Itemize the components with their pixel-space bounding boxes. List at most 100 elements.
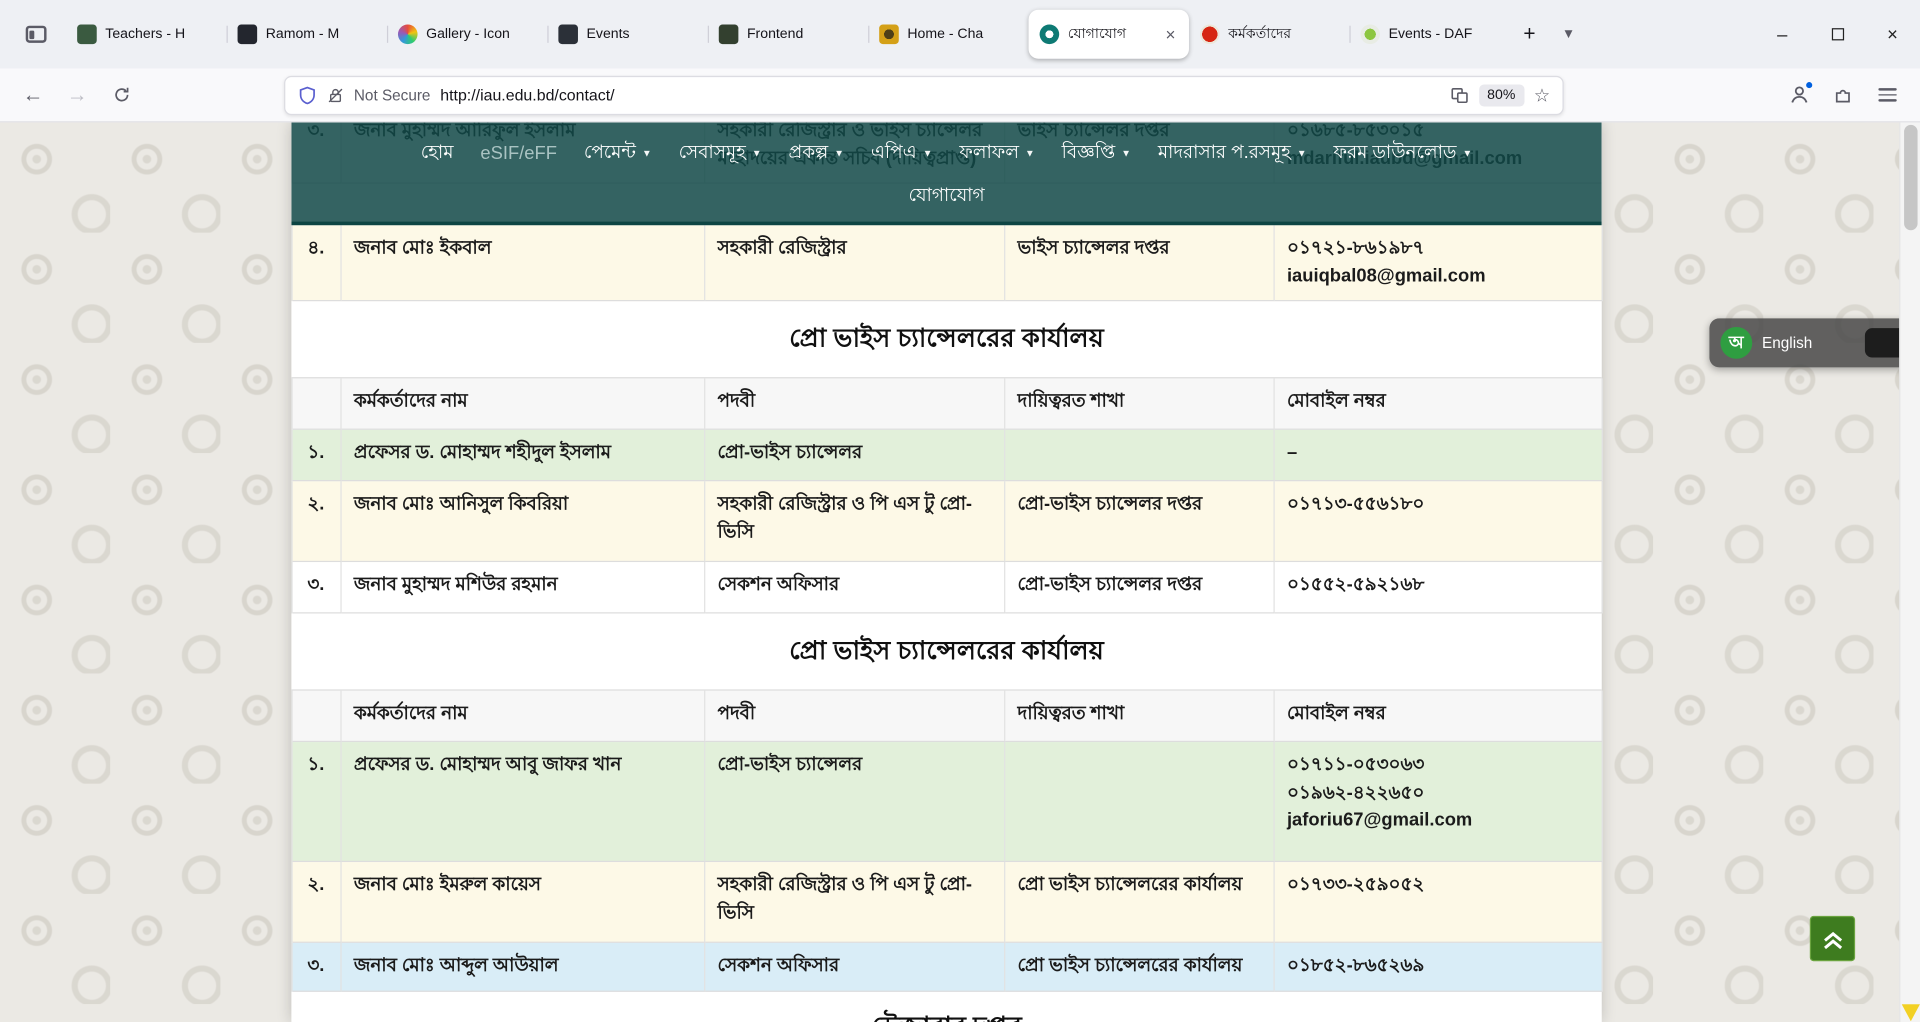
new-tab-button[interactable]: + <box>1510 15 1549 54</box>
row-dept: প্রো ভাইস চ্যান্সেলরের কার্যালয় <box>1005 862 1274 943</box>
row-name: প্রফেসর ড. মোহাম্মদ শহীদুল ইসলাম <box>342 430 706 481</box>
url-text[interactable]: http://iau.edu.bd/contact/ <box>440 86 614 104</box>
row-position: প্রো-ভাইস চ্যান্সেলর <box>705 742 1005 862</box>
tab-title: Events <box>587 27 697 42</box>
row-mobile: ০১৭৩৩-২৫৯০৫২ <box>1275 862 1603 943</box>
nav-item-form-download[interactable]: ফরম ডাউনলোড▼ <box>1320 133 1486 173</box>
nav-item-esif-eff[interactable]: eSIF/eFF <box>467 138 570 169</box>
menu-button[interactable] <box>1869 77 1906 114</box>
firefox-view-button[interactable] <box>15 13 57 55</box>
tab-favicon <box>719 24 739 44</box>
zoom-level-badge[interactable]: 80% <box>1479 84 1524 106</box>
close-button[interactable]: × <box>1865 0 1920 69</box>
browser-tab-events-daf[interactable]: Events - DAF <box>1349 10 1509 59</box>
col-name: কর্মকর্তাদের নাম <box>342 378 706 429</box>
nav-item-services[interactable]: সেবাসমূহ▼ <box>665 133 775 173</box>
row-name: জনাব মোঃ ইমরুল কায়েস <box>342 862 706 943</box>
tab-title: কর্মকর্তাদের <box>1228 23 1338 46</box>
bookmark-star-icon[interactable]: ☆ <box>1534 84 1550 106</box>
tab-favicon <box>1200 24 1220 44</box>
pro-vc-table-1: কর্মকর্তাদের নাম পদবী দায়িত্বরত শাখা মো… <box>291 377 1601 613</box>
scroll-to-top-button[interactable] <box>1810 916 1855 961</box>
scrollbar-thumb[interactable] <box>1904 125 1917 230</box>
table-row: ২. জনাব মোঃ আনিসুল কিবরিয়া সহকারী রেজিস… <box>291 481 1601 562</box>
tab-title: যোগাযোগ <box>1068 23 1155 46</box>
row-name: জনাব মোঃ ইকবাল <box>342 225 706 301</box>
row-name: প্রফেসর ড. মোহাম্মদ আবু জাফর খান <box>342 742 706 862</box>
notification-dot <box>1805 80 1814 89</box>
table-row: ১. প্রফেসর ড. মোহাম্মদ শহীদুল ইসলাম প্রো… <box>291 430 1601 481</box>
tab-favicon <box>879 24 899 44</box>
insecure-lock-icon[interactable] <box>327 86 344 103</box>
extensions-button[interactable] <box>1825 77 1862 114</box>
maximize-button[interactable] <box>1810 0 1865 69</box>
back-button[interactable]: ← <box>15 77 52 114</box>
page-area: ৩. জনাব মুহাম্মদ আরিফুল ইসলাম সহকারী রেজ… <box>0 122 1920 1022</box>
tab-favicon <box>77 24 97 44</box>
tabs-container: Teachers - H Ramom - M Gallery - Icon Ev… <box>66 0 1510 69</box>
browser-tab-frontend[interactable]: Frontend <box>708 10 868 59</box>
browser-tab-home[interactable]: Home - Cha <box>868 10 1028 59</box>
scrollbar[interactable] <box>1899 122 1920 1022</box>
nav-item-notice[interactable]: বিজ্ঞপ্তি▼ <box>1048 133 1144 173</box>
nav-item-label: প্রকল্প <box>788 138 828 169</box>
tab-title: Gallery - Icon <box>426 27 536 42</box>
col-mobile: মোবাইল নম্বর <box>1275 378 1603 429</box>
row-dept <box>1005 742 1274 862</box>
chevron-down-icon: ▼ <box>834 148 844 159</box>
tab-title: Teachers - H <box>105 27 215 42</box>
account-button[interactable] <box>1780 77 1817 114</box>
browser-tab-officials[interactable]: কর্মকর্তাদের <box>1189 10 1349 59</box>
section-title: প্রো ভাইস চ্যান্সেলরের কার্যালয় <box>291 301 1601 377</box>
row-sl: ১. <box>293 430 342 481</box>
nav-item-label: সেবাসমূহ <box>679 138 746 169</box>
tab-title: Ramom - M <box>266 27 376 42</box>
browser-tab-contact-active[interactable]: যোগাযোগ × <box>1029 10 1189 59</box>
nav-item-contact[interactable]: যোগাযোগ <box>895 176 998 216</box>
row-dept: ভাইস চ্যান্সেলর দপ্তর <box>1005 225 1274 301</box>
row-sl: ২. <box>293 862 342 943</box>
nav-item-label: eSIF/eFF <box>480 143 557 164</box>
tab-favicon <box>238 24 258 44</box>
row-position: সহকারী রেজিস্ট্রার ও পি এস টু প্রো-ভিসি <box>705 862 1005 943</box>
browser-tab-events[interactable]: Events <box>547 10 707 59</box>
translate-widget[interactable]: অ English <box>1709 318 1920 367</box>
row-sl: ২. <box>293 481 342 562</box>
forward-button[interactable]: → <box>59 77 96 114</box>
nav-item-apa[interactable]: এপিএ▼ <box>857 133 945 173</box>
tracking-protection-shield-icon[interactable] <box>298 85 318 105</box>
url-bar[interactable]: Not Secure http://iau.edu.bd/contact/ 80… <box>284 75 1564 114</box>
nav-item-label: বিজ্ঞপ্তি <box>1062 138 1115 169</box>
translate-page-icon[interactable] <box>1449 85 1469 105</box>
tab-favicon <box>1360 24 1380 44</box>
browser-tab-ramom[interactable]: Ramom - M <box>227 10 387 59</box>
nav-item-label: মাদরাসার প.রসমূহ <box>1158 138 1291 169</box>
chevron-down-icon: ▼ <box>642 148 652 159</box>
nav-item-home[interactable]: হোম <box>407 133 467 173</box>
table-header-row: কর্মকর্তাদের নাম পদবী দায়িত্বরত শাখা মো… <box>291 689 1601 742</box>
tab-title: Events - DAF <box>1389 27 1499 42</box>
row-position: সহকারী রেজিস্ট্রার <box>705 225 1005 301</box>
row-mobile: ০১৭১১-০৫৩০৬৩ ০১৯৬২-৪২২৬৫০ jaforiu67@gmai… <box>1275 742 1603 862</box>
list-all-tabs-button[interactable]: ▼ <box>1549 15 1588 54</box>
col-sl <box>293 378 342 429</box>
tab-close-icon[interactable]: × <box>1163 24 1178 44</box>
nav-item-projects[interactable]: প্রকল্প ▼ <box>775 133 857 173</box>
window-controls: – × <box>1755 0 1920 69</box>
row-sl: ৩. <box>293 943 342 992</box>
nav-item-payment[interactable]: পেমেন্ট▼ <box>570 133 665 173</box>
browser-tab-gallery[interactable]: Gallery - Icon <box>387 10 547 59</box>
row-mobile: ০১৭১৩-৫৫৬১৮০ <box>1275 481 1603 562</box>
col-name: কর্মকর্তাদের নাম <box>342 691 706 742</box>
translate-language-label[interactable]: English <box>1762 334 1855 351</box>
browser-tab-teachers[interactable]: Teachers - H <box>66 10 226 59</box>
browser-toolbar: ← → Not Secure http://iau.edu.bd/contact… <box>0 69 1920 123</box>
nav-item-madrasah-list[interactable]: মাদরাসার প.রসমূহ▼ <box>1144 133 1320 173</box>
refresh-button[interactable] <box>103 77 140 114</box>
security-label: Not Secure <box>354 86 431 103</box>
maximize-icon <box>1831 28 1843 40</box>
nav-row-1: হোম eSIF/eFF পেমেন্ট▼ সেবাসমূহ▼ প্রকল্প▼… <box>291 122 1601 173</box>
nav-item-label: যোগাযোগ <box>909 181 985 212</box>
minimize-button[interactable]: – <box>1755 0 1810 69</box>
nav-item-results[interactable]: ফলাফল▼ <box>946 133 1048 173</box>
